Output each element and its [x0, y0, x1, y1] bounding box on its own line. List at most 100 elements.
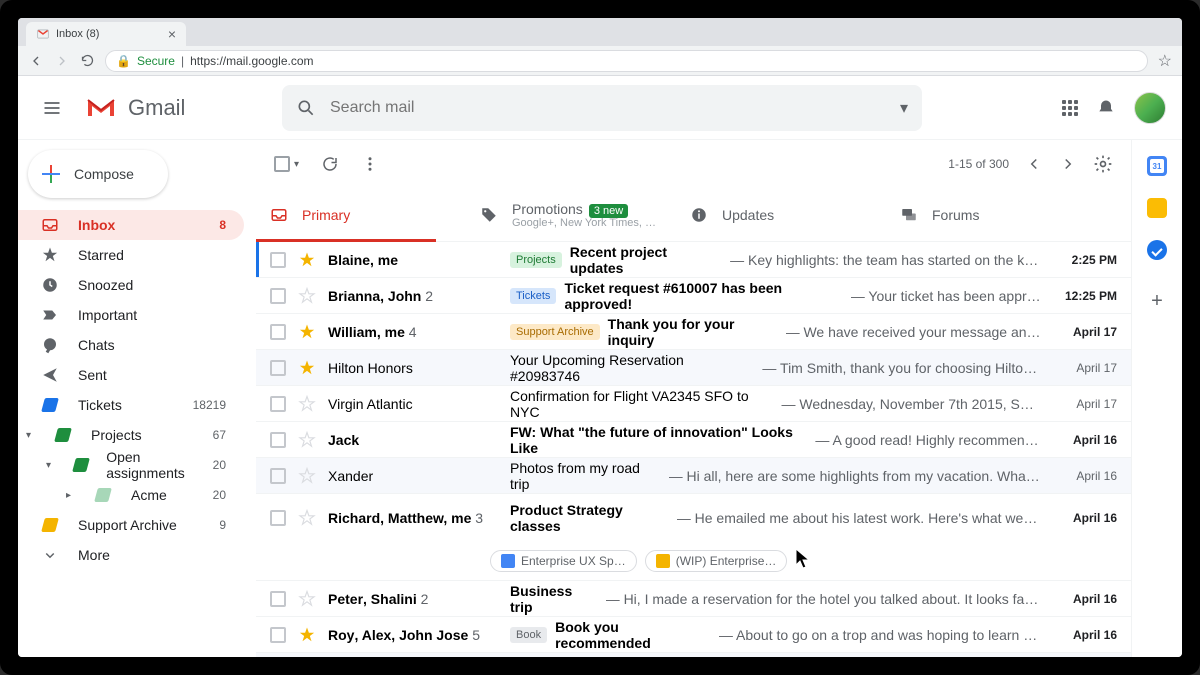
sidebar-item-snoozed[interactable]: Snoozed	[18, 270, 244, 300]
account-avatar[interactable]	[1134, 92, 1166, 124]
gmail-brand: Gmail	[128, 95, 185, 121]
side-panel: +	[1132, 140, 1182, 657]
tab-updates[interactable]: Updates	[676, 188, 886, 241]
row-checkbox[interactable]	[270, 510, 286, 526]
star-icon[interactable]	[298, 509, 316, 527]
subject: FW: What "the future of innovation" Look…	[510, 424, 807, 456]
sidebar-item-tickets[interactable]: Tickets18219	[18, 390, 244, 420]
mail-row[interactable]: Peter, Shalini 2 Business tripHi, I made…	[256, 581, 1131, 617]
sidebar-item-acme[interactable]: ▸Acme20	[18, 480, 244, 510]
sidebar-item-sent[interactable]: Sent	[18, 360, 244, 390]
star-icon[interactable]	[298, 251, 316, 269]
sidebar: Compose Inbox8StarredSnoozedImportantCha…	[18, 140, 256, 657]
mail-row[interactable]: Richard, Matthew, me 3 Product Strategy …	[256, 494, 1131, 581]
sender: Richard, Matthew, me 3	[328, 510, 498, 526]
row-checkbox[interactable]	[270, 468, 286, 484]
back-button[interactable]	[28, 53, 44, 69]
star-icon[interactable]	[298, 395, 316, 413]
label-chip[interactable]: Tickets	[510, 288, 556, 304]
apps-icon[interactable]	[1062, 100, 1078, 116]
tab-label: Forums	[932, 207, 979, 223]
docs-icon	[501, 554, 515, 568]
subject: Recent project updates	[570, 244, 722, 276]
mail-list: Blaine, me ProjectsRecent project update…	[256, 242, 1131, 657]
keep-icon[interactable]	[1147, 198, 1167, 218]
sidebar-item-count: 18219	[193, 398, 226, 412]
attachments: Enterprise UX Sp… (WIP) Enterprise…	[270, 550, 1117, 572]
row-checkbox[interactable]	[270, 432, 286, 448]
mail-row[interactable]: Blaine, me ProjectsRecent project update…	[256, 242, 1131, 278]
timestamp: April 17	[1053, 325, 1117, 339]
search-icon	[296, 98, 316, 118]
tasks-icon[interactable]	[1147, 240, 1167, 260]
forward-button[interactable]	[54, 53, 70, 69]
refresh-button[interactable]	[321, 155, 339, 173]
mail-row[interactable]: Mizra, Paul, Asher Oops… need to resched…	[256, 653, 1131, 657]
row-checkbox[interactable]	[270, 396, 286, 412]
sidebar-item-label: Sent	[78, 367, 107, 383]
attachment-chip[interactable]: (WIP) Enterprise…	[645, 550, 788, 572]
menu-icon[interactable]	[34, 90, 70, 126]
sidebar-item-starred[interactable]: Starred	[18, 240, 244, 270]
label-chip[interactable]: Projects	[510, 252, 562, 268]
tab-close-icon[interactable]: ×	[168, 26, 176, 42]
star-icon[interactable]	[298, 590, 316, 608]
tab-promotions[interactable]: Promotions3 newGoogle+, New York Times, …	[466, 188, 676, 241]
star-icon[interactable]	[298, 359, 316, 377]
row-checkbox[interactable]	[270, 627, 286, 643]
search-input[interactable]	[330, 99, 886, 117]
sidebar-item-label: More	[78, 547, 110, 563]
row-checkbox[interactable]	[270, 360, 286, 376]
search-options-icon[interactable]: ▾	[900, 98, 908, 118]
address-bar[interactable]: 🔒 Secure | https://mail.google.com	[105, 50, 1148, 72]
attachment-chip[interactable]: Enterprise UX Sp…	[490, 550, 637, 572]
sidebar-item-projects[interactable]: ▾Projects67	[18, 420, 244, 450]
mail-main: ▾ 1-15 of 300 PrimaryPromotions3 newGoog…	[256, 140, 1132, 657]
star-icon[interactable]	[298, 467, 316, 485]
bookmark-star-icon[interactable]: ☆	[1158, 51, 1172, 71]
mail-row[interactable]: Virgin Atlantic Confirmation for Flight …	[256, 386, 1131, 422]
calendar-icon[interactable]	[1147, 156, 1167, 176]
mail-row[interactable]: Hilton Honors Your Upcoming Reservation …	[256, 350, 1131, 386]
timestamp: April 16	[1053, 511, 1117, 525]
tab-forums[interactable]: Forums	[886, 188, 1096, 241]
info-icon	[690, 206, 708, 224]
prev-page-icon[interactable]	[1025, 155, 1043, 173]
star-icon[interactable]	[298, 323, 316, 341]
star-icon[interactable]	[298, 287, 316, 305]
settings-icon[interactable]	[1093, 154, 1113, 174]
mail-row[interactable]: Brianna, John 2 TicketsTicket request #6…	[256, 278, 1131, 314]
sidebar-item-support-archive[interactable]: Support Archive9	[18, 510, 244, 540]
sidebar-item-more[interactable]: More	[18, 540, 244, 570]
tab-primary[interactable]: Primary	[256, 188, 466, 241]
star-icon[interactable]	[298, 431, 316, 449]
sidebar-item-inbox[interactable]: Inbox8	[18, 210, 244, 240]
compose-button[interactable]: Compose	[28, 150, 168, 198]
reload-button[interactable]	[80, 53, 95, 68]
star-icon[interactable]	[298, 626, 316, 644]
row-checkbox[interactable]	[270, 288, 286, 304]
mail-row[interactable]: Roy, Alex, John Jose 5 BookBook you reco…	[256, 617, 1131, 653]
sidebar-item-chats[interactable]: Chats	[18, 330, 244, 360]
mail-row[interactable]: William, me 4 Support ArchiveThank you f…	[256, 314, 1131, 350]
mail-toolbar: ▾ 1-15 of 300	[256, 140, 1131, 188]
next-page-icon[interactable]	[1059, 155, 1077, 173]
mail-row[interactable]: Xander Photos from my road tripHi all, h…	[256, 458, 1131, 494]
gmail-favicon	[36, 27, 50, 41]
browser-tab[interactable]: Inbox (8) ×	[26, 22, 186, 46]
mail-row[interactable]: Jack FW: What "the future of innovation"…	[256, 422, 1131, 458]
select-all-checkbox[interactable]: ▾	[274, 156, 299, 172]
label-chip[interactable]: Support Archive	[510, 324, 600, 340]
row-checkbox[interactable]	[270, 591, 286, 607]
notifications-icon[interactable]	[1096, 98, 1116, 118]
row-checkbox[interactable]	[270, 324, 286, 340]
slides-icon	[656, 554, 670, 568]
sidebar-item-open-assignments[interactable]: ▾Open assignments20	[18, 450, 244, 480]
more-actions-icon[interactable]	[361, 155, 379, 173]
label-chip[interactable]: Book	[510, 627, 547, 643]
search-bar[interactable]: ▾	[282, 85, 922, 131]
preview: Your ticket has been appro…	[851, 288, 1041, 304]
sidebar-item-important[interactable]: Important	[18, 300, 244, 330]
row-checkbox[interactable]	[270, 252, 286, 268]
add-addon-icon[interactable]: +	[1151, 290, 1163, 313]
